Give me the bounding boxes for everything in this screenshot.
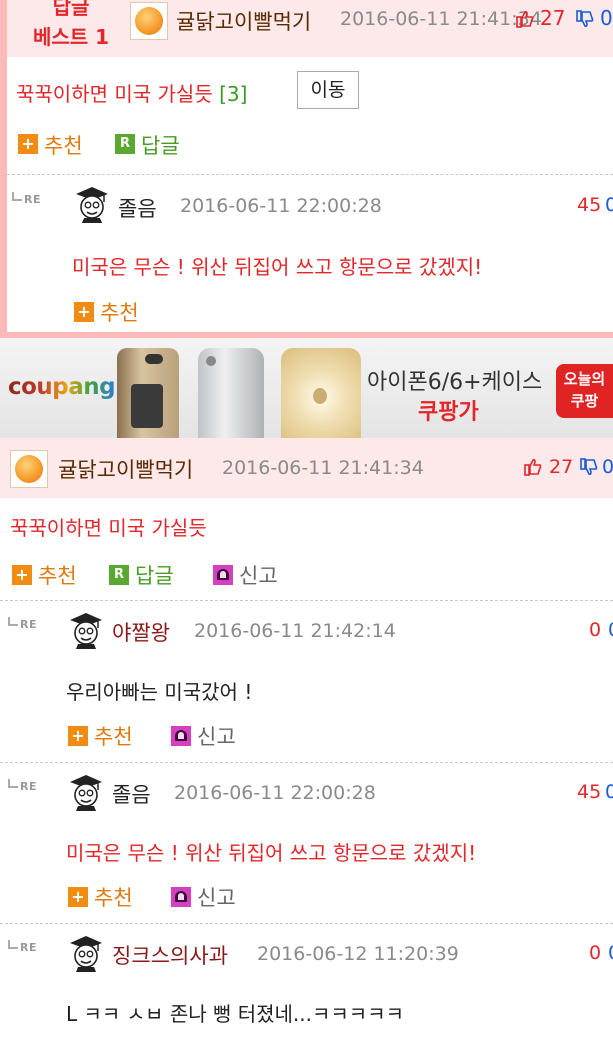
plus-icon[interactable]: + — [12, 565, 32, 585]
thumbs-down-icon[interactable] — [580, 458, 598, 476]
ad-price-label: 쿠팡가 — [418, 400, 479, 425]
reply-icon[interactable]: R — [109, 565, 129, 585]
dislike-count: 0 — [608, 942, 613, 964]
phone-case-image — [198, 348, 264, 438]
dislike-count: 0 — [605, 194, 613, 216]
phone-case-camera — [145, 354, 163, 364]
report-icon[interactable] — [213, 565, 233, 585]
like-count: 0 — [589, 619, 602, 641]
best-badge-line2: 베스트 1 — [32, 25, 110, 49]
like-count: 27 — [540, 6, 566, 30]
graduate-avatar-icon[interactable] — [68, 934, 104, 972]
plus-icon[interactable]: + — [68, 887, 88, 907]
thumbs-down-icon[interactable] — [576, 10, 594, 28]
report-button[interactable]: 신고 — [197, 882, 236, 912]
post-datetime: 2016-06-11 22:00:28 — [174, 782, 376, 804]
dislike-count: 0 — [608, 619, 613, 641]
re-mark: RE — [8, 940, 37, 954]
orange-avatar-icon — [15, 455, 43, 483]
reply-count: [3] — [219, 82, 248, 106]
re-mark: RE — [12, 192, 41, 206]
avatar[interactable] — [10, 450, 48, 488]
recommend-button[interactable]: 추천 — [94, 882, 133, 912]
recommend-button[interactable]: 추천 — [44, 130, 83, 160]
ad-product-text: 아이폰6/6+케이스 — [367, 370, 543, 395]
best-badge: 답글 베스트 1 — [22, 0, 120, 52]
phone-case-image — [281, 348, 361, 438]
dislike-count: 0 — [605, 781, 613, 803]
plus-icon[interactable]: + — [74, 302, 94, 322]
reply-message: 우리아빠는 미국갔어 ! — [66, 680, 253, 704]
author-name[interactable]: 징크스의사과 — [112, 940, 228, 970]
report-icon[interactable] — [171, 887, 191, 907]
divider — [0, 600, 613, 601]
recommend-button[interactable]: 추천 — [38, 560, 77, 590]
ad-brand-logo: coupang — [8, 374, 116, 400]
report-icon[interactable] — [171, 726, 191, 746]
author-name[interactable]: 졸음 — [112, 779, 151, 809]
graduate-avatar-icon[interactable] — [68, 773, 104, 811]
divider — [0, 923, 613, 924]
best-reply-block: 답글 베스트 1 귤닭고이빨먹기 2016-06-11 21:41:34 27 … — [0, 0, 613, 338]
like-count: 0 — [589, 942, 602, 964]
best-reply-left-border — [0, 0, 7, 338]
phone-case-card-slot — [131, 384, 163, 428]
report-button[interactable]: 신고 — [239, 560, 278, 590]
reply-button[interactable]: 답글 — [141, 130, 180, 160]
ad-banner[interactable]: coupang 아이폰6/6+케이스 쿠팡가 오늘의 쿠팡 — [0, 338, 613, 438]
re-mark: RE — [8, 617, 37, 631]
recommend-button[interactable]: 추천 — [100, 297, 139, 327]
thumbs-up-icon[interactable] — [516, 10, 534, 28]
phone-case-camera — [206, 356, 216, 366]
author-name[interactable]: 야짤왕 — [112, 617, 170, 647]
ad-badge: 오늘의 쿠팡 — [556, 364, 613, 418]
like-count: 27 — [549, 456, 574, 478]
post-datetime: 2016-06-11 21:42:14 — [194, 620, 396, 642]
post-datetime: 2016-06-12 11:20:39 — [257, 943, 459, 965]
divider — [0, 762, 613, 763]
reply-message: 미국은 무슨 ! 위산 뒤집어 쓰고 항문으로 갔겠지! — [72, 255, 483, 279]
report-button[interactable]: 신고 — [197, 721, 236, 751]
author-name[interactable]: 졸음 — [118, 193, 157, 223]
ad-badge-line2: 쿠팡 — [570, 392, 599, 410]
author-name[interactable]: 귤닭고이빨먹기 — [176, 6, 311, 36]
dislike-count: 0 — [600, 6, 613, 30]
ad-brand-text: coupang — [8, 374, 116, 400]
plus-icon[interactable]: + — [18, 134, 38, 154]
re-mark: RE — [8, 779, 37, 793]
thumbs-up-icon[interactable] — [524, 458, 542, 476]
comment-text: 꾹꾹이하면 미국 가실듯 [3] — [16, 78, 247, 107]
avatar[interactable] — [130, 2, 168, 40]
apple-logo-icon — [313, 388, 327, 404]
post-datetime: 2016-06-11 21:41:34 — [340, 8, 542, 30]
graduate-avatar-icon[interactable] — [74, 185, 110, 223]
plus-icon[interactable]: + — [68, 726, 88, 746]
ad-badge-line1: 오늘의 — [563, 370, 606, 388]
dislike-count: 0 — [602, 456, 613, 478]
post-datetime: 2016-06-11 21:41:34 — [222, 457, 424, 479]
orange-avatar-icon — [135, 7, 163, 35]
author-name[interactable]: 귤닭고이빨먹기 — [58, 454, 193, 484]
like-count: 45 — [577, 194, 602, 216]
reply-button[interactable]: 답글 — [135, 560, 174, 590]
reply-message: L ㅋㅋ ㅅㅂ 존나 뻥 터졌네...ㅋㅋㅋㅋㅋ — [66, 1002, 405, 1026]
comment-message: 꾹꾹이하면 미국 가실듯 — [16, 82, 213, 106]
graduate-avatar-icon[interactable] — [68, 611, 104, 649]
recommend-button[interactable]: 추천 — [94, 721, 133, 751]
best-badge-line1: 답글 — [52, 0, 90, 19]
move-button[interactable]: 이동 — [297, 71, 359, 109]
reply-message: 미국은 무슨 ! 위산 뒤집어 쓰고 항문으로 갔겠지! — [66, 841, 477, 865]
reply-icon[interactable]: R — [115, 134, 135, 154]
like-count: 45 — [577, 781, 602, 803]
comment-message: 꾹꾹이하면 미국 가실듯 — [10, 516, 207, 540]
post-datetime: 2016-06-11 22:00:28 — [180, 195, 382, 217]
divider — [7, 174, 613, 175]
phone-case-image — [117, 348, 179, 438]
